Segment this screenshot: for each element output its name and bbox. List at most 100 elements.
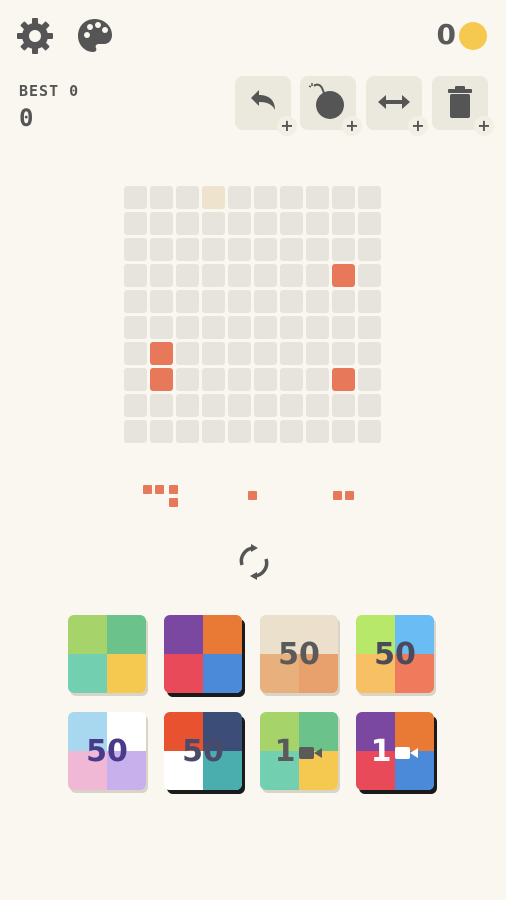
board-cell[interactable] [306,186,329,209]
board-cell[interactable] [176,186,199,209]
theme-option-5[interactable]: 50 [68,712,146,790]
bomb-button[interactable]: + [300,76,362,136]
tray-piece-3[interactable] [333,491,357,503]
board-cell[interactable] [124,290,147,313]
gear-icon[interactable] [15,16,55,56]
board-cell[interactable] [202,290,225,313]
board-cell[interactable] [202,368,225,391]
board-cell[interactable] [124,316,147,339]
board-cell[interactable] [254,238,277,261]
board-cell[interactable] [176,238,199,261]
board-cell[interactable] [202,238,225,261]
board-cell-filled[interactable] [150,342,173,365]
board-cell[interactable] [280,420,303,443]
board-cell[interactable] [280,264,303,287]
board-cell[interactable] [228,368,251,391]
board-cell[interactable] [176,368,199,391]
board-cell[interactable] [254,264,277,287]
board-cell[interactable] [358,394,381,417]
board-cell[interactable] [124,264,147,287]
board-cell[interactable] [254,212,277,235]
theme-option-3[interactable]: 50 [260,615,338,693]
board-cell[interactable] [150,290,173,313]
board-cell[interactable] [202,186,225,209]
board-cell[interactable] [306,394,329,417]
board-cell[interactable] [332,420,355,443]
board-cell[interactable] [202,394,225,417]
tray-piece-2[interactable] [248,491,260,503]
board-cell[interactable] [124,420,147,443]
board-cell[interactable] [280,290,303,313]
board-cell[interactable] [306,342,329,365]
board-cell[interactable] [124,212,147,235]
board-cell-filled[interactable] [332,264,355,287]
board-cell[interactable] [332,342,355,365]
board-cell[interactable] [124,342,147,365]
trash-plus-badge[interactable]: + [474,116,494,136]
board-cell[interactable] [202,316,225,339]
board-cell[interactable] [176,420,199,443]
board-cell[interactable] [202,264,225,287]
board-cell[interactable] [228,212,251,235]
board-cell[interactable] [150,316,173,339]
board-cell[interactable] [332,394,355,417]
board-cell[interactable] [202,342,225,365]
theme-option-1[interactable] [68,615,146,693]
board-cell[interactable] [254,342,277,365]
undo-button[interactable]: + [235,76,297,136]
board-cell[interactable] [280,316,303,339]
game-board[interactable] [124,186,382,444]
swap-plus-badge[interactable]: + [408,116,428,136]
board-cell[interactable] [176,342,199,365]
board-cell[interactable] [254,186,277,209]
board-cell[interactable] [228,394,251,417]
theme-option-8[interactable]: 1 [356,712,434,790]
board-cell[interactable] [176,290,199,313]
board-cell[interactable] [254,394,277,417]
board-cell[interactable] [124,186,147,209]
board-cell[interactable] [150,186,173,209]
board-cell[interactable] [228,290,251,313]
board-cell[interactable] [280,212,303,235]
board-cell[interactable] [228,186,251,209]
board-cell[interactable] [306,264,329,287]
board-cell[interactable] [280,368,303,391]
board-cell[interactable] [124,368,147,391]
board-cell[interactable] [202,420,225,443]
board-cell-filled[interactable] [150,368,173,391]
board-cell[interactable] [176,264,199,287]
board-cell[interactable] [228,264,251,287]
board-cell[interactable] [150,238,173,261]
board-cell[interactable] [228,316,251,339]
board-cell[interactable] [124,394,147,417]
board-cell[interactable] [124,238,147,261]
board-cell[interactable] [332,290,355,313]
board-cell[interactable] [228,420,251,443]
board-cell[interactable] [150,394,173,417]
board-cell[interactable] [358,420,381,443]
trash-button[interactable]: + [432,76,494,136]
board-cell[interactable] [254,316,277,339]
swap-button[interactable]: + [366,76,428,136]
board-cell[interactable] [254,368,277,391]
board-cell[interactable] [332,186,355,209]
board-cell[interactable] [254,290,277,313]
palette-icon[interactable] [76,17,114,55]
board-cell[interactable] [254,420,277,443]
board-cell[interactable] [228,342,251,365]
board-cell[interactable] [150,420,173,443]
board-cell[interactable] [358,186,381,209]
board-cell[interactable] [202,212,225,235]
theme-option-2[interactable] [164,615,242,693]
undo-plus-badge[interactable]: + [277,116,297,136]
board-cell[interactable] [280,186,303,209]
board-cell[interactable] [332,212,355,235]
board-cell[interactable] [306,212,329,235]
board-cell[interactable] [306,316,329,339]
board-cell[interactable] [176,394,199,417]
board-cell[interactable] [306,290,329,313]
theme-option-4[interactable]: 50 [356,615,434,693]
board-cell[interactable] [358,290,381,313]
board-cell[interactable] [280,394,303,417]
refresh-button[interactable] [237,543,271,581]
